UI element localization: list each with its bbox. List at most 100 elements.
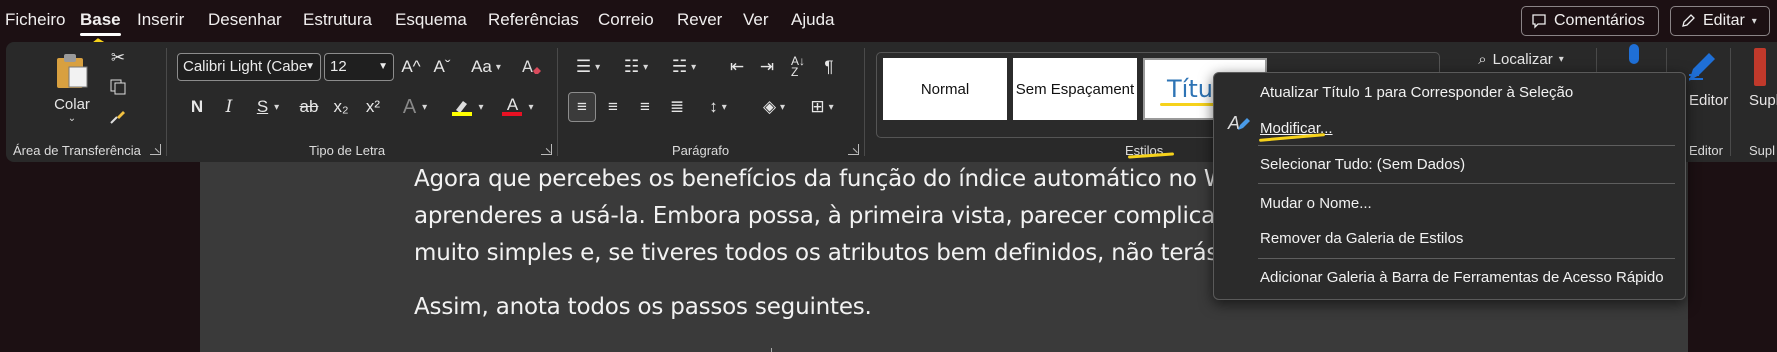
menu-base[interactable]: Base <box>80 10 121 36</box>
subscript-icon: x₂ <box>333 97 349 116</box>
chevron-down-icon: ▾ <box>721 101 727 113</box>
remove-from-gallery-menu-item[interactable]: Remover da Galeria de Estilos <box>1260 230 1463 247</box>
bullets-button[interactable]: ☰ ▾ <box>568 54 608 80</box>
superscript-icon: x² <box>365 97 381 116</box>
align-right-button[interactable]: ≡ <box>632 94 658 120</box>
justify-icon: ≣ <box>669 97 685 116</box>
align-center-icon: ≡ <box>608 97 618 116</box>
font-dialog-launcher-icon[interactable] <box>541 144 552 155</box>
multilevel-list-icon: ☵ <box>671 57 688 76</box>
group-divider <box>166 48 167 156</box>
select-all-menu-item[interactable]: Selecionar Tudo: (Sem Dados) <box>1260 156 1465 173</box>
chevron-down-icon: ▾ <box>780 101 786 113</box>
increase-indent-button[interactable]: ⇥ <box>754 54 780 80</box>
dictate-button[interactable] <box>1621 42 1647 72</box>
bold-button[interactable]: N <box>184 94 210 120</box>
paint-bucket-icon: ◈ <box>762 97 777 116</box>
line-spacing-icon: ↕ <box>709 97 718 116</box>
edit-mode-button[interactable]: Editar ▾ <box>1670 6 1770 36</box>
update-heading-menu-item[interactable]: Atualizar Título 1 para Corresponder à S… <box>1260 84 1573 101</box>
font-size-field[interactable]: 12 ▼ <box>324 53 394 81</box>
menu-rever[interactable]: Rever <box>677 10 722 30</box>
search-icon: ⌕ <box>1478 50 1487 68</box>
align-left-button[interactable]: ≡ <box>568 92 596 122</box>
highlighter-icon <box>452 98 473 116</box>
paste-button[interactable]: Colar ⌄ <box>50 50 94 126</box>
clipboard-icon <box>57 54 88 88</box>
bold-icon: N <box>190 97 204 116</box>
paragraph-dialog-launcher-icon[interactable] <box>848 144 859 155</box>
shading-button[interactable]: ◈ ▾ <box>754 94 794 120</box>
menu-inserir[interactable]: Inserir <box>137 10 184 30</box>
clear-formatting-button[interactable]: A <box>518 54 546 80</box>
pencil-icon <box>1238 118 1250 130</box>
paragraph-group-label: Parágrafo <box>672 143 730 158</box>
align-center-button[interactable]: ≡ <box>600 94 626 120</box>
align-right-icon: ≡ <box>640 97 650 116</box>
chevron-down-icon: ▾ <box>495 61 501 73</box>
sort-button[interactable]: A↓ Z <box>785 54 811 80</box>
font-name-field[interactable]: Calibri Light (Cabe ▼ <box>177 53 321 81</box>
font-color-icon: A <box>502 96 523 116</box>
menu-estrutura[interactable]: Estrutura <box>303 10 372 30</box>
subscript-button[interactable]: x₂ <box>328 94 354 120</box>
copy-button[interactable] <box>106 75 130 99</box>
menu-correio[interactable]: Correio <box>598 10 654 30</box>
rename-menu-item[interactable]: Mudar o Nome... <box>1260 195 1372 212</box>
menu-ver[interactable]: Ver <box>743 10 769 30</box>
format-painter-button[interactable] <box>106 104 130 128</box>
menu-ficheiro[interactable]: Ficheiro <box>5 10 65 30</box>
menu-esquema[interactable]: Esquema <box>395 10 467 30</box>
comments-button[interactable]: Comentários <box>1521 6 1659 36</box>
svg-text:A: A <box>522 57 533 76</box>
underline-button[interactable]: S ▾ <box>248 94 288 120</box>
line-spacing-button[interactable]: ↕ ▾ <box>698 94 738 120</box>
editor-button[interactable] <box>1682 48 1722 88</box>
menu-bar: Ficheiro Base Inserir Desenhar Estrutura… <box>0 0 1777 42</box>
numbering-button[interactable]: ☷ ▾ <box>616 54 656 80</box>
borders-icon: ⊞ <box>810 97 825 116</box>
menu-ajuda[interactable]: Ajuda <box>791 10 834 30</box>
chevron-down-icon: ▾ <box>828 101 834 113</box>
style-normal[interactable]: Normal <box>883 58 1007 120</box>
borders-button[interactable]: ⊞ ▾ <box>802 94 842 120</box>
chevron-down-icon: ▾ <box>1558 53 1564 65</box>
chevron-down-icon: ▼ <box>305 61 315 72</box>
chevron-down-icon: ▼ <box>378 61 388 72</box>
style-context-menu: Atualizar Título 1 para Corresponder à S… <box>1213 72 1686 300</box>
font-color-button[interactable]: A ▾ <box>496 94 540 120</box>
strikethrough-button[interactable]: ab <box>296 94 322 120</box>
decrease-indent-icon: ⇤ <box>729 57 745 76</box>
menu-referencias[interactable]: Referências <box>488 10 579 30</box>
grow-font-button[interactable]: A^ <box>398 54 424 80</box>
show-marks-button[interactable]: ¶ <box>816 54 842 80</box>
font-group-label: Tipo de Letra <box>309 143 386 158</box>
find-button[interactable]: ⌕ Localizar ▾ <box>1466 46 1576 72</box>
edit-label: Editar <box>1703 12 1745 29</box>
strikethrough-icon: ab <box>299 97 319 116</box>
chevron-down-icon: ▾ <box>478 101 484 113</box>
change-case-icon: Aa <box>471 57 492 76</box>
pilcrow-icon: ¶ <box>824 57 834 76</box>
multilevel-list-button[interactable]: ☵ ▾ <box>664 54 704 80</box>
chevron-down-icon: ▾ <box>691 61 697 73</box>
chevron-down-icon: ⌄ <box>67 113 77 124</box>
increase-indent-icon: ⇥ <box>759 57 775 76</box>
change-case-button[interactable]: Aa ▾ <box>462 54 510 80</box>
document-line: Agora que percebes os benefícios da funç… <box>414 166 1227 192</box>
shrink-font-button[interactable]: Aˇ <box>429 54 455 80</box>
editor-pen-icon <box>1689 53 1715 81</box>
clipboard-dialog-launcher-icon[interactable] <box>150 144 161 155</box>
style-no-spacing[interactable]: Sem Espaçament <box>1013 58 1137 120</box>
font-name-value: Calibri Light (Cabe <box>183 58 308 75</box>
cut-button[interactable]: ✂ <box>106 46 130 70</box>
menu-desenhar[interactable]: Desenhar <box>208 10 282 30</box>
italic-button[interactable]: I <box>216 94 242 120</box>
addins-icon[interactable] <box>1754 48 1766 86</box>
highlight-button[interactable]: ▾ <box>446 94 490 120</box>
justify-button[interactable]: ≣ <box>664 94 690 120</box>
decrease-indent-button[interactable]: ⇤ <box>724 54 750 80</box>
superscript-button[interactable]: x² <box>360 94 386 120</box>
text-effects-button[interactable]: A ▾ <box>393 94 437 120</box>
add-gallery-to-qat-menu-item[interactable]: Adicionar Galeria à Barra de Ferramentas… <box>1260 269 1664 286</box>
